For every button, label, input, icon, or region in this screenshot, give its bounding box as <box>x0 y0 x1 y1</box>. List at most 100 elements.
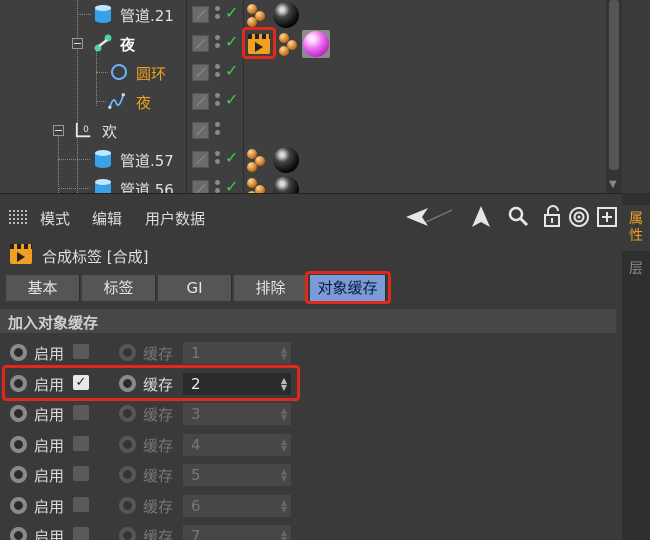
enable-checkbox[interactable] <box>73 436 89 451</box>
target-icon[interactable] <box>566 204 592 230</box>
enable-label: 启用 <box>34 528 65 540</box>
material-tag-icon[interactable] <box>303 31 329 57</box>
enable-checkbox[interactable] <box>73 405 89 420</box>
buffer-id-field[interactable]: 5 ▲ ▼ <box>182 463 292 487</box>
stepper-arrows-icon[interactable]: ▲ ▼ <box>281 529 287 540</box>
enable-label: 启用 <box>34 437 65 455</box>
object-manager-scrollbar[interactable]: ▼ <box>606 0 622 193</box>
texture-tag-icon[interactable] <box>247 2 269 28</box>
layer-color-box[interactable] <box>192 151 209 168</box>
enable-checkbox[interactable] <box>73 466 89 481</box>
side-tab-label: 层 <box>629 261 643 277</box>
enabled-check-icon[interactable]: ✓ <box>225 3 238 22</box>
visibility-dots[interactable] <box>215 122 221 139</box>
stepper-arrows-icon[interactable]: ▲ ▼ <box>281 438 287 453</box>
object-row[interactable]: 管道.56 ✓ <box>0 174 600 193</box>
enabled-check-icon[interactable]: ✓ <box>225 177 238 193</box>
layer-color-box[interactable] <box>192 35 209 52</box>
tab-gi[interactable]: GI <box>158 275 232 301</box>
side-tab-layers[interactable]: 层 <box>622 255 650 285</box>
buffer-id-field[interactable]: 3 ▲ ▼ <box>182 402 292 426</box>
object-row[interactable]: 圆环 ✓ <box>0 58 600 87</box>
material-tag-icon[interactable] <box>273 2 299 28</box>
layer-color-box[interactable] <box>192 122 209 139</box>
texture-tag-icon[interactable] <box>279 31 301 57</box>
buffer-id-value: 7 <box>191 527 201 540</box>
enable-checkbox[interactable] <box>73 527 89 540</box>
animate-radio[interactable] <box>10 527 27 540</box>
arrow-back-icon[interactable] <box>402 204 454 230</box>
collapse-icon[interactable] <box>72 38 83 49</box>
texture-tag-icon[interactable] <box>247 176 269 193</box>
object-row[interactable]: 夜 ✓ <box>0 87 600 116</box>
menu-edit[interactable]: 编辑 <box>92 208 122 229</box>
menu-mode[interactable]: 模式 <box>40 208 70 229</box>
visibility-dots[interactable] <box>215 6 221 23</box>
panel-grip-icon[interactable] <box>9 210 27 224</box>
scrollbar-thumb[interactable] <box>609 0 619 170</box>
visibility-dots[interactable] <box>215 93 221 110</box>
scroll-down-arrow-icon[interactable]: ▼ <box>609 179 617 190</box>
tab-exclusion[interactable]: 排除 <box>234 275 308 301</box>
animate-radio[interactable] <box>10 344 27 361</box>
object-row-selected[interactable]: 夜 ✓ <box>0 27 600 59</box>
buffer-id-field[interactable]: 1 ▲ ▼ <box>182 341 292 365</box>
animate-radio[interactable] <box>119 497 136 514</box>
animate-radio[interactable] <box>10 466 27 483</box>
visibility-dots[interactable] <box>215 35 221 52</box>
tab-tag[interactable]: 标签 <box>82 275 156 301</box>
layer-color-box[interactable] <box>192 64 209 81</box>
menu-user-data[interactable]: 用户数据 <box>145 208 205 229</box>
enabled-check-icon[interactable]: ✓ <box>225 148 238 167</box>
side-tab-strip: 属性 层 <box>622 193 650 540</box>
stepper-arrows-icon[interactable]: ▲ ▼ <box>281 499 287 514</box>
buffer-id-field[interactable]: 6 ▲ ▼ <box>182 494 292 518</box>
enabled-check-icon[interactable]: ✓ <box>225 32 238 51</box>
stepper-arrows-icon[interactable]: ▲ ▼ <box>281 407 287 422</box>
animate-radio[interactable] <box>10 405 27 422</box>
layer-color-box[interactable] <box>192 6 209 23</box>
buffer-id-field[interactable]: 4 ▲ ▼ <box>182 433 292 457</box>
object-row[interactable]: 管道.21 ✓ <box>0 0 600 29</box>
texture-tag-icon[interactable] <box>247 147 269 173</box>
object-buffer-row: 启用 缓存 5 ▲ ▼ <box>0 460 616 490</box>
animate-radio[interactable] <box>119 466 136 483</box>
collapse-icon[interactable] <box>53 125 64 136</box>
animate-radio[interactable] <box>119 436 136 453</box>
search-icon[interactable] <box>506 204 532 230</box>
object-buffer-row-enabled: 启用 ✓ 缓存 2 ▲ ▼ <box>0 365 616 401</box>
material-tag-icon[interactable] <box>273 176 299 193</box>
animate-radio[interactable] <box>119 344 136 361</box>
tab-basic[interactable]: 基本 <box>6 275 80 301</box>
stepper-arrows-icon[interactable]: ▲ ▼ <box>281 468 287 483</box>
visibility-dots[interactable] <box>215 151 221 168</box>
enable-label: 启用 <box>34 498 65 516</box>
enabled-check-icon[interactable]: ✓ <box>225 90 238 109</box>
buffer-id-field[interactable]: 7 ▲ ▼ <box>182 524 292 540</box>
animate-radio[interactable] <box>119 527 136 540</box>
circle-spline-icon <box>111 64 127 80</box>
buffer-id-value: 5 <box>191 466 201 484</box>
animate-radio[interactable] <box>10 436 27 453</box>
stepper-arrows-icon[interactable]: ▲ ▼ <box>281 346 287 361</box>
animate-radio[interactable] <box>10 497 27 514</box>
buffer-label: 缓存 <box>143 528 174 540</box>
material-tag-icon[interactable] <box>273 147 299 173</box>
enable-checkbox[interactable] <box>73 344 89 359</box>
side-tab-attributes[interactable]: 属性 <box>622 205 650 251</box>
visibility-dots[interactable] <box>215 64 221 81</box>
layer-color-box[interactable] <box>192 93 209 110</box>
object-manager: 管道.21 ✓ 夜 ✓ 圆环 ✓ 夜 ✓ 0 欢 管道.57 ✓ 管道.56 ✓… <box>0 0 622 193</box>
lock-icon[interactable] <box>540 204 566 230</box>
object-row[interactable]: 0 欢 <box>0 116 600 145</box>
layer-color-box[interactable] <box>192 180 209 193</box>
cylinder-icon <box>95 150 111 168</box>
visibility-dots[interactable] <box>215 180 221 193</box>
object-row[interactable]: 管道.57 ✓ <box>0 145 600 174</box>
animate-radio[interactable] <box>119 405 136 422</box>
object-name: 夜 <box>120 36 136 54</box>
new-panel-icon[interactable] <box>594 204 620 230</box>
enabled-check-icon[interactable]: ✓ <box>225 61 238 80</box>
enable-checkbox[interactable] <box>73 497 89 512</box>
cursor-icon[interactable] <box>468 204 494 230</box>
